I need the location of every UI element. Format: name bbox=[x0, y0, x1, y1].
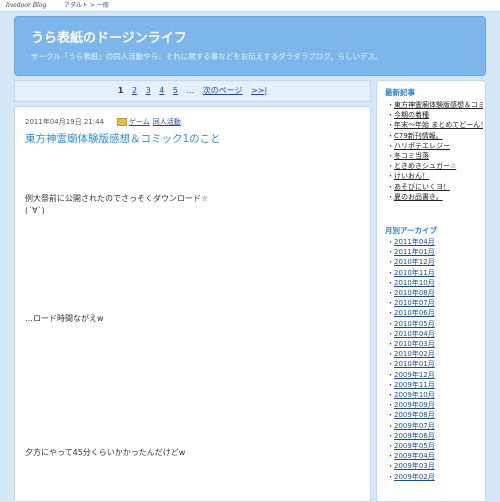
post-categories: ゲーム 同人活動 bbox=[117, 117, 184, 127]
archive-month-link[interactable]: 2010年04月 bbox=[387, 329, 483, 339]
next-page-link[interactable]: 次のページ bbox=[203, 86, 243, 95]
archive-month-link[interactable]: 2009年05月 bbox=[387, 441, 483, 451]
category-link-doujin[interactable]: 同人活動 bbox=[153, 118, 181, 126]
post-title[interactable]: 東方神霊廟体験版感想＆コミック1のこと bbox=[25, 131, 221, 146]
archive-month-link[interactable]: 2009年09月 bbox=[387, 400, 483, 410]
archive-month-link[interactable]: 2010年12月 bbox=[387, 257, 483, 267]
archive-month-link[interactable]: 2009年11月 bbox=[387, 380, 483, 390]
main-content: 2011年04月19日 21:44 ゲーム 同人活動 東方神霊廟体験版感想＆コミッ… bbox=[14, 106, 371, 502]
category-link-game[interactable]: ゲーム bbox=[129, 118, 150, 126]
blog-title[interactable]: うら表紙のドージンライフ bbox=[31, 27, 187, 46]
archive-month-link[interactable]: 2010年05月 bbox=[387, 319, 483, 329]
recent-post-link[interactable]: 年末〜年始 まとめてどーん！ bbox=[387, 120, 483, 130]
archive-month-link[interactable]: 2010年03月 bbox=[387, 339, 483, 349]
sidebar: 最新記事 東方神霊廟体験版感想＆コミック1のこと 今期の着種 年末〜年始 まとめ… bbox=[376, 80, 486, 502]
archive-month-link[interactable]: 2010年11月 bbox=[387, 268, 483, 278]
archive-month-link[interactable]: 2009年03月 bbox=[387, 461, 483, 471]
archive-heading: 月別アーカイブ bbox=[385, 226, 438, 235]
top-bar: livedoor Blog アダルト > 一般 bbox=[0, 0, 500, 12]
post-body-line: …ロード時間ながえw bbox=[25, 314, 104, 323]
archive-month-link[interactable]: 2009年10月 bbox=[387, 390, 483, 400]
recent-post-link[interactable]: 夏のお品書き。 bbox=[387, 192, 483, 202]
archive-month-link[interactable]: 2010年02月 bbox=[387, 349, 483, 359]
recent-post-link[interactable]: 冬コミ当落 bbox=[387, 151, 483, 161]
adult-toggle-link[interactable]: アダルト > 一般 bbox=[64, 0, 109, 11]
archive-month-link[interactable]: 2009年06月 bbox=[387, 431, 483, 441]
recent-posts-list: 東方神霊廟体験版感想＆コミック1のこと 今期の着種 年末〜年始 まとめてどーん！… bbox=[387, 100, 483, 202]
recent-post-link[interactable]: あそびにいくヨ！ bbox=[387, 182, 483, 192]
archive-month-link[interactable]: 2010年08月 bbox=[387, 288, 483, 298]
archive-month-link[interactable]: 2010年06月 bbox=[387, 308, 483, 318]
pagination: 1 2 3 4 5 ... 次のページ >>| bbox=[14, 80, 371, 102]
blog-header: うら表紙のドージンライフ サークル「うら表紙」の同人活動やら、それに関する事など… bbox=[14, 16, 486, 76]
recent-post-link[interactable]: ハリポテエレジー bbox=[387, 141, 483, 151]
archive-month-link[interactable]: 2011年01月 bbox=[387, 247, 483, 257]
livedoor-blog-logo[interactable]: livedoor Blog bbox=[6, 0, 46, 11]
archive-list: 2011年04月 2011年01月 2010年12月 2010年11月 2010… bbox=[387, 237, 483, 482]
archive-month-link[interactable]: 2010年01月 bbox=[387, 359, 483, 369]
recent-post-link[interactable]: けいおん！ bbox=[387, 171, 483, 181]
archive-month-link[interactable]: 2009年02月 bbox=[387, 472, 483, 482]
page-5-link[interactable]: 5 bbox=[173, 86, 178, 95]
folder-icon bbox=[117, 118, 127, 126]
archive-month-link[interactable]: 2009年07月 bbox=[387, 421, 483, 431]
recent-post-link[interactable]: C79新刊情報。 bbox=[387, 131, 483, 141]
post-body-line: 夕方にやって45分くらいかかったんだけどw bbox=[25, 448, 186, 457]
page-4-link[interactable]: 4 bbox=[159, 86, 164, 95]
archive-month-link[interactable]: 2010年10月 bbox=[387, 278, 483, 288]
last-page-link[interactable]: >>| bbox=[251, 86, 267, 95]
page-3-link[interactable]: 3 bbox=[146, 86, 151, 95]
recent-posts-heading: 最新記事 bbox=[385, 88, 415, 97]
pager-ellipsis: ... bbox=[186, 86, 195, 95]
post-body-line: 例大祭前に公開されたのでさっそくダウンロード☆ bbox=[25, 194, 209, 203]
post-body-line: (´∀`) bbox=[25, 206, 45, 215]
recent-post-link[interactable]: ときめきシュガー☆ bbox=[387, 161, 483, 171]
blog-description: サークル「うら表紙」の同人活動やら、それに関する事などをお伝えするダラダラブログ… bbox=[31, 52, 383, 61]
archive-month-link[interactable]: 2010年07月 bbox=[387, 298, 483, 308]
archive-month-link[interactable]: 2009年04月 bbox=[387, 451, 483, 461]
post-date: 2011年04月19日 21:44 bbox=[25, 118, 105, 126]
archive-month-link[interactable]: 2009年08月 bbox=[387, 410, 483, 420]
archive-month-link[interactable]: 2009年12月 bbox=[387, 370, 483, 380]
archive-month-link[interactable]: 2011年04月 bbox=[387, 237, 483, 247]
page-1: 1 bbox=[117, 86, 124, 95]
recent-post-link[interactable]: 東方神霊廟体験版感想＆コミック1のこと bbox=[387, 100, 483, 110]
recent-post-link[interactable]: 今期の着種 bbox=[387, 110, 483, 120]
page-2-link[interactable]: 2 bbox=[132, 86, 137, 95]
